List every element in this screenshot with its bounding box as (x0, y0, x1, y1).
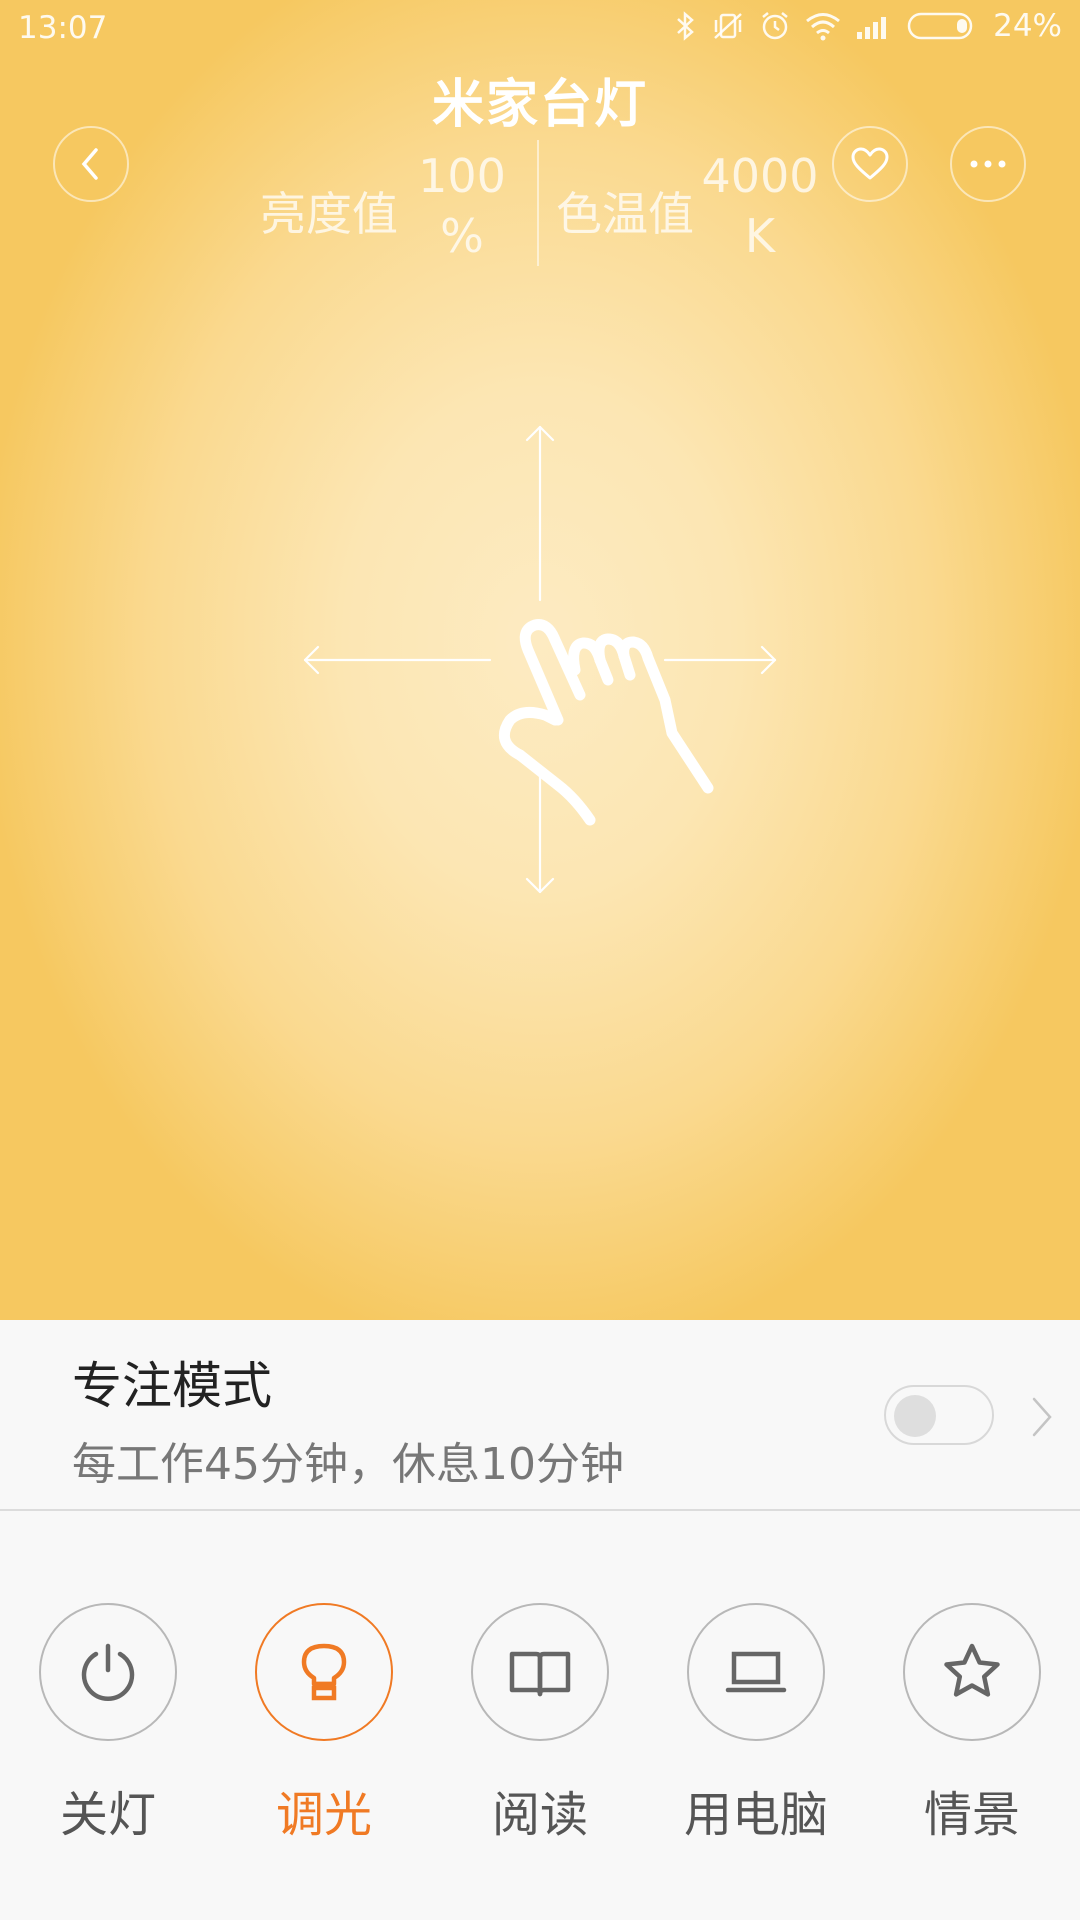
book-icon (509, 1651, 571, 1697)
mode-circle[interactable] (903, 1603, 1041, 1741)
status-time: 13:07 (18, 10, 108, 46)
chevron-right-icon[interactable] (1030, 1395, 1054, 1439)
back-button[interactable] (53, 126, 129, 202)
mode-button-dimming[interactable]: 调光 (234, 1603, 414, 1873)
alarm-icon (762, 12, 788, 40)
mode-label: 情景 (923, 1787, 1020, 1843)
focus-mode-subtitle: 每工作45分钟，休息10分钟 (72, 1439, 624, 1490)
battery-percent: 24% (993, 8, 1062, 44)
status-icons: 24% (675, 8, 1062, 44)
metric-divider (537, 140, 539, 266)
more-dots-icon (970, 160, 1006, 168)
brightness-label: 亮度值 (260, 187, 398, 241)
bluetooth-icon (677, 11, 694, 41)
color-temp-label: 色温值 (556, 187, 694, 241)
page-title: 米家台灯 (431, 75, 648, 135)
swipe-gesture-icon (303, 425, 777, 894)
laptop-icon (725, 1651, 787, 1693)
star-icon (944, 1643, 1000, 1697)
mode-bar: 关灯 调光 阅读 用电脑 情景 (0, 1511, 1080, 1920)
mode-circle[interactable] (471, 1603, 609, 1741)
mode-label: 用电脑 (683, 1787, 828, 1843)
more-button[interactable] (950, 126, 1026, 202)
power-icon (81, 1643, 135, 1701)
focus-mode-row[interactable]: 专注模式 每工作45分钟，休息10分钟 (0, 1320, 1080, 1511)
mode-button-computer[interactable]: 用电脑 (666, 1603, 846, 1873)
mode-button-off[interactable]: 关灯 (18, 1603, 198, 1873)
mode-label: 调光 (275, 1787, 372, 1843)
brightness-value: 100 % (418, 149, 506, 263)
mode-label: 阅读 (491, 1787, 588, 1843)
heart-icon (851, 147, 889, 180)
lamp-control-screen: 13:07 24% 米家台灯 亮度值 100 % 色温值 4000 K 专注模式… (0, 0, 1080, 1920)
bulb-icon (301, 1643, 347, 1701)
toggle-knob (894, 1395, 936, 1437)
color-temp-value: 4000 K (701, 149, 819, 263)
mode-circle[interactable] (687, 1603, 825, 1741)
mode-label: 关灯 (59, 1787, 156, 1843)
mode-circle[interactable] (39, 1603, 177, 1741)
status-bar: 13:07 24% (0, 0, 1080, 60)
mode-button-reading[interactable]: 阅读 (450, 1603, 630, 1873)
mode-button-scene[interactable]: 情景 (882, 1603, 1062, 1873)
chevron-left-icon (81, 148, 98, 180)
mode-circle[interactable] (255, 1603, 393, 1741)
wifi-icon (806, 13, 841, 41)
vibrate-off-icon (714, 13, 742, 39)
focus-mode-title: 专注模式 (72, 1357, 272, 1415)
lamp-adjust-area[interactable]: 13:07 24% 米家台灯 亮度值 100 % 色温值 4000 K (0, 0, 1080, 1320)
battery-icon (907, 12, 973, 40)
signal-icon (857, 17, 887, 39)
focus-mode-toggle[interactable] (884, 1385, 994, 1445)
favorite-button[interactable] (832, 126, 908, 202)
